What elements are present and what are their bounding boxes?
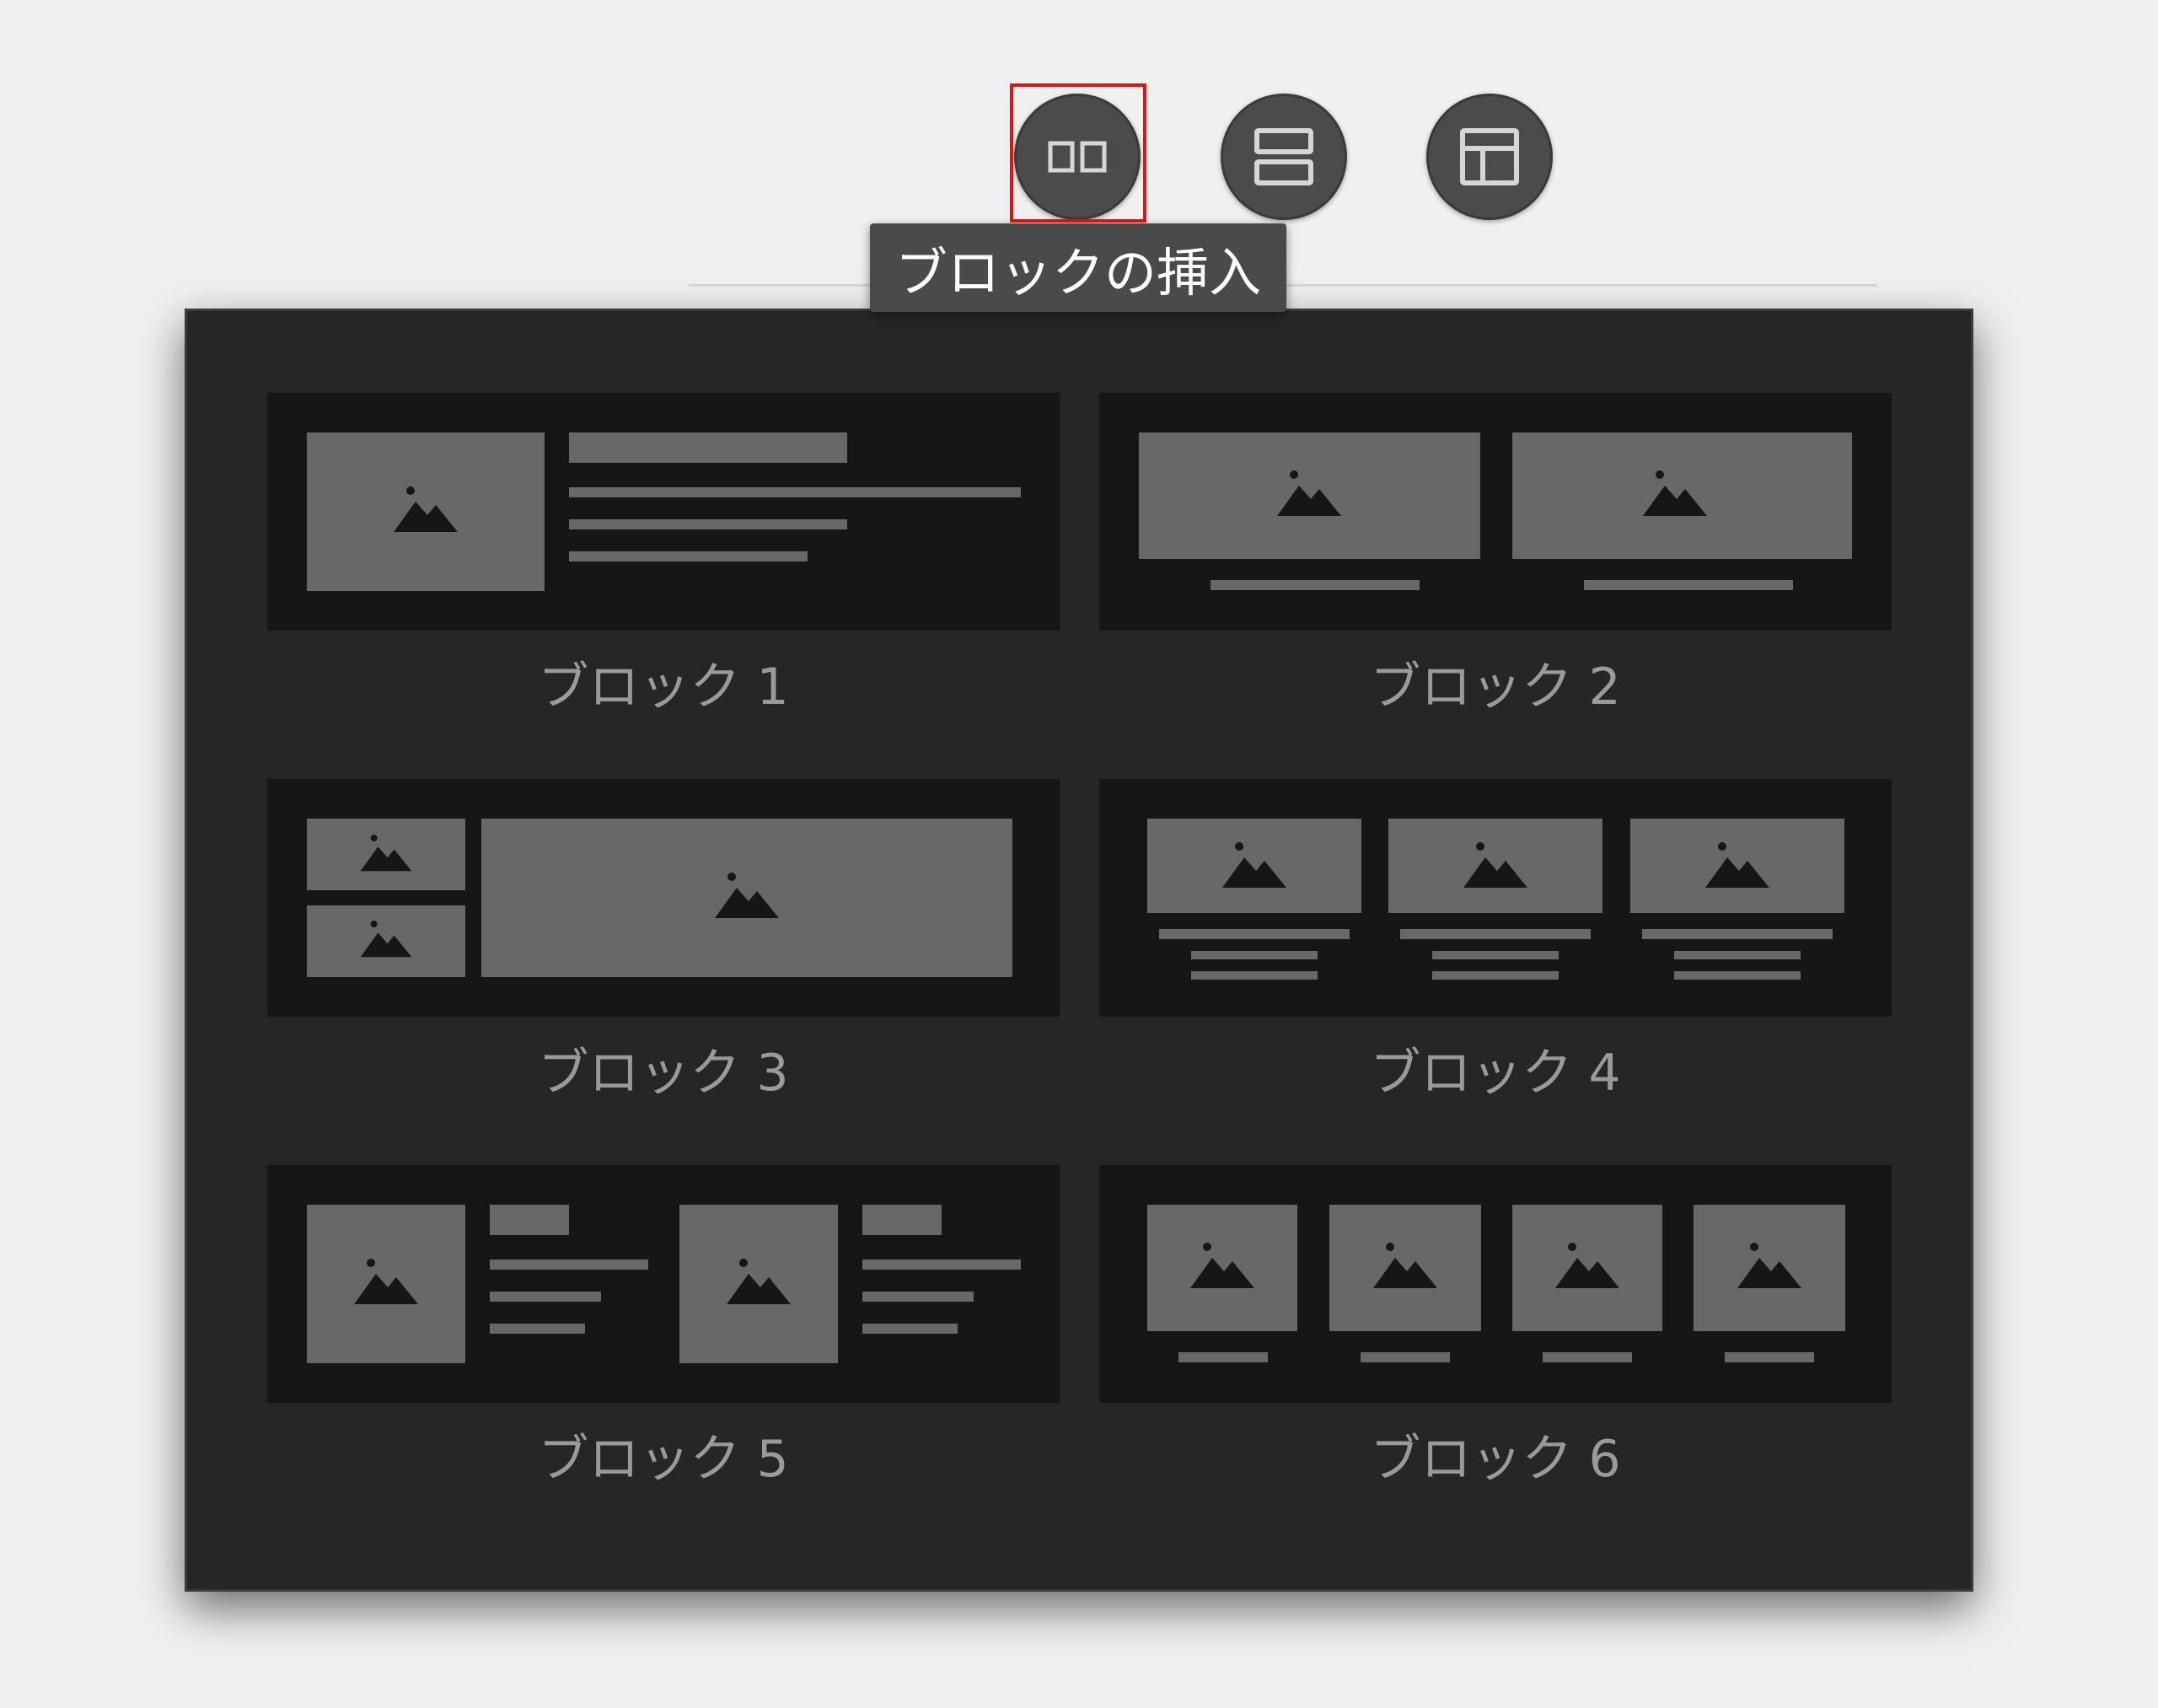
block-6-label: ブロック 6 [1370, 1430, 1621, 1489]
block-4-option[interactable]: ブロック 4 [1099, 779, 1892, 1150]
two-rows-icon [1254, 128, 1313, 185]
block-5-option[interactable]: ブロック 5 [267, 1165, 1060, 1536]
block-1-thumbnail [267, 393, 1060, 631]
insert-rows-button[interactable] [1221, 94, 1347, 220]
block-2-label: ブロック 2 [1370, 658, 1621, 717]
block-1-label: ブロック 1 [538, 658, 789, 717]
insert-block-button[interactable] [1014, 94, 1141, 220]
insert-block-tooltip: ブロックの挿入 [870, 223, 1286, 312]
block-5-thumbnail [267, 1165, 1060, 1403]
two-columns-icon [1048, 141, 1107, 173]
block-6-option[interactable]: ブロック 6 [1099, 1165, 1892, 1536]
insert-layout-button[interactable] [1426, 94, 1553, 220]
block-2-option[interactable]: ブロック 2 [1099, 393, 1892, 764]
block-4-thumbnail [1099, 779, 1892, 1017]
block-4-label: ブロック 4 [1370, 1044, 1621, 1103]
block-2-thumbnail [1099, 393, 1892, 631]
block-3-label: ブロック 3 [538, 1044, 789, 1103]
block-3-option[interactable]: ブロック 3 [267, 779, 1060, 1150]
block-picker-panel: ブロック 1 ブロック 2 ブロック 3 ブロック 4 ブロック 5 ブロック … [185, 309, 1973, 1592]
block-6-thumbnail [1099, 1165, 1892, 1403]
block-5-label: ブロック 5 [538, 1430, 789, 1489]
header-sidebar-layout-icon [1460, 128, 1519, 185]
block-3-thumbnail [267, 779, 1060, 1017]
block-1-option[interactable]: ブロック 1 [267, 393, 1060, 764]
